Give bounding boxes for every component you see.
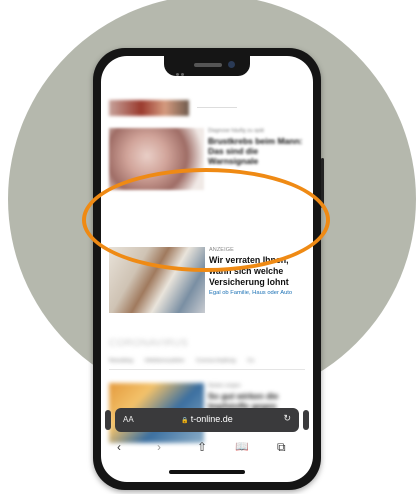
section-tags: Newsblog Infektionszahlen Corona-Impfung… bbox=[109, 358, 309, 364]
divider bbox=[197, 107, 237, 108]
lock-icon: 🔒 bbox=[181, 418, 189, 424]
article-kicker: Skalen zeigen bbox=[208, 383, 241, 389]
reload-icon[interactable]: ↻ bbox=[283, 413, 291, 424]
speaker-grille bbox=[194, 63, 222, 67]
ad-subline[interactable]: Egal ob Familie, Haus oder Auto bbox=[209, 290, 309, 297]
article-headline[interactable]: Brustkrebs beim Mann: Das sind die Warns… bbox=[208, 136, 306, 166]
tag-item[interactable]: Infektionszahlen bbox=[145, 358, 185, 364]
section-title[interactable]: CORONAVIRUS bbox=[109, 338, 188, 349]
divider bbox=[109, 369, 305, 370]
url-display[interactable]: 🔒 t-online.de bbox=[115, 414, 299, 424]
url-text: t-online.de bbox=[190, 414, 233, 424]
next-tab-edge[interactable] bbox=[303, 410, 309, 430]
forward-icon[interactable]: › bbox=[157, 440, 161, 454]
previous-tab-edge[interactable] bbox=[105, 410, 111, 430]
tag-item[interactable]: Corona-Impfung bbox=[196, 358, 236, 364]
article-text: Diagnose häufig zu spät Brustkrebs beim … bbox=[208, 128, 306, 166]
tabs-icon[interactable]: ⧉ bbox=[277, 440, 286, 455]
address-bar[interactable]: AA 🔒 t-online.de ↻ bbox=[115, 408, 299, 432]
tag-item[interactable]: Co bbox=[247, 358, 254, 364]
address-bar-area: AA 🔒 t-online.de ↻ bbox=[105, 408, 309, 432]
highlight-ellipse bbox=[82, 168, 330, 272]
article-kicker: Diagnose häufig zu spät bbox=[208, 128, 264, 134]
previous-article-thumbnail[interactable] bbox=[109, 100, 189, 116]
bookmarks-icon[interactable]: 📖 bbox=[235, 440, 249, 453]
share-icon[interactable]: ⇧ bbox=[197, 440, 207, 454]
home-indicator[interactable] bbox=[169, 470, 245, 474]
sensor-dots bbox=[176, 63, 188, 76]
tag-item[interactable]: Newsblog bbox=[109, 358, 133, 364]
front-camera bbox=[228, 61, 235, 68]
back-icon[interactable]: ‹ bbox=[117, 440, 121, 454]
browser-toolbar: ‹ › ⇧ 📖 ⧉ bbox=[101, 438, 313, 460]
notch bbox=[164, 56, 250, 76]
